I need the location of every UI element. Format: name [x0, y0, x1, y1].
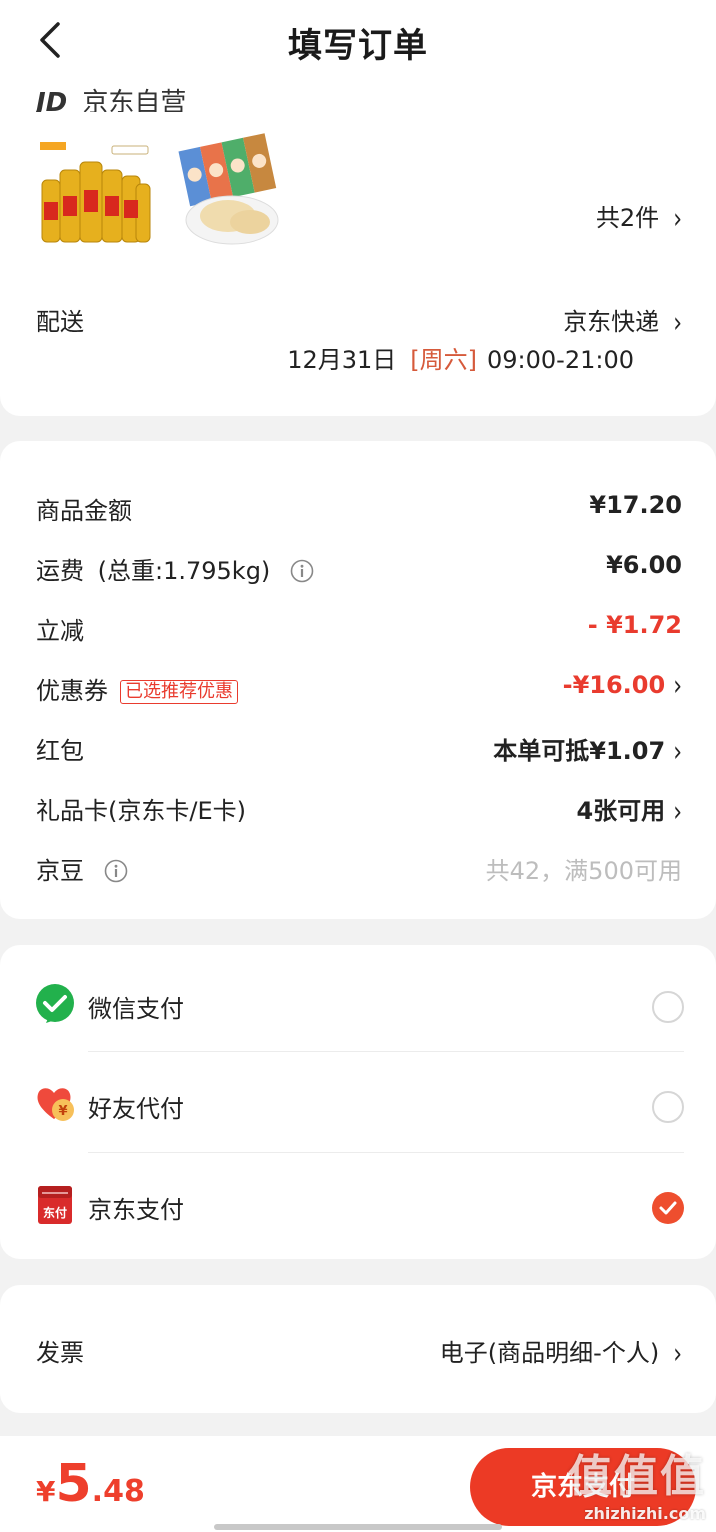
item-count-link[interactable]: 共2件 › — [595, 198, 682, 236]
wechat-pay-icon — [36, 984, 74, 1023]
jingdou-row: 京豆 共42，满500可用 — [36, 847, 682, 887]
delivery-method: 京东快递 — [563, 308, 660, 336]
red-packet-row[interactable]: 红包 本单可抵¥1.07 › — [36, 727, 682, 769]
shipping-weight: (总重:1.795kg) — [97, 557, 271, 585]
radio-button[interactable] — [652, 1091, 684, 1123]
checkmark-icon — [659, 1201, 677, 1215]
radio-button-checked[interactable] — [652, 1192, 684, 1224]
friend-pay-icon: ¥ — [37, 1088, 74, 1121]
coupon-tag: 已选推荐优惠 — [120, 680, 238, 704]
coupon-row[interactable]: 优惠券 已选推荐优惠 -¥16.00 › — [36, 667, 682, 707]
shipping-label: 运费 — [36, 557, 84, 585]
jd-pay-icon-text: 东付 — [43, 1205, 67, 1220]
chevron-right-icon: › — [673, 796, 682, 829]
red-packet-label: 红包 — [36, 737, 84, 765]
home-indicator — [214, 1524, 502, 1530]
delivery-time-range: 09:00-21:00 — [487, 346, 634, 374]
delivery-label: 配送 — [36, 308, 84, 336]
invoice-label: 发票 — [36, 1339, 84, 1367]
info-icon[interactable] — [104, 859, 128, 883]
chevron-right-icon: › — [673, 670, 682, 703]
total-decimal: .48 — [91, 1474, 145, 1509]
goods-amount-label: 商品金额 — [36, 497, 132, 525]
info-icon[interactable] — [290, 559, 314, 583]
jingdou-value: 共42，满500可用 — [485, 857, 682, 885]
delivery-method-selector[interactable]: 京东快递 › — [563, 302, 682, 340]
payment-option-label: 京东支付 — [88, 1196, 184, 1224]
instant-discount-value: - ¥1.72 — [587, 611, 682, 639]
shop-name: 京东自营 — [82, 88, 187, 112]
delivery-time[interactable]: 12月31日 [周六] 09:00-21:00 — [287, 340, 634, 375]
radio-button[interactable] — [652, 991, 684, 1023]
svg-text:¥: ¥ — [58, 1104, 67, 1119]
gift-card-row[interactable]: 礼品卡(京东卡/E卡) 4张可用 › — [36, 787, 682, 829]
total-amount: ¥5.48 — [36, 1454, 145, 1514]
instant-discount-row: 立减 - ¥1.72 — [36, 607, 682, 647]
pay-button[interactable]: 京东支付 — [470, 1448, 696, 1526]
payment-methods-card: 微信支付 ¥ 好友代付 东付 京东支付 — [0, 945, 716, 1259]
coupon-value: -¥16.00 — [562, 671, 666, 699]
payment-option-wechat[interactable]: 微信支付 — [34, 951, 684, 1051]
goods-amount-value: ¥17.20 — [589, 491, 682, 519]
currency-symbol: ¥ — [36, 1475, 56, 1508]
gift-card-value: 4张可用 — [576, 797, 666, 825]
order-items-card: JD 京东自营 共2件 › 配送 京东快递 › 12月31日 [周六] 09:0… — [0, 40, 716, 416]
total-integer: 5 — [55, 1454, 92, 1514]
chevron-right-icon: › — [673, 736, 682, 769]
invoice-card[interactable]: 发票 电子(商品明细-个人) › — [0, 1285, 716, 1413]
chevron-right-icon: › — [673, 1338, 682, 1371]
price-summary-card: 商品金额 ¥17.20 运费 (总重:1.795kg) ¥6.00 立减 - ¥… — [0, 441, 716, 919]
page-title: 填写订单 — [288, 26, 428, 66]
instant-discount-label: 立减 — [36, 617, 84, 645]
shipping-row: 运费 (总重:1.795kg) ¥6.00 — [36, 547, 682, 587]
shipping-value: ¥6.00 — [606, 551, 682, 579]
item-count-label: 共2件 — [595, 204, 660, 232]
delivery-weekday: [周六] — [410, 346, 477, 374]
chevron-right-icon: › — [673, 203, 682, 236]
coupon-label: 优惠券 — [36, 677, 108, 705]
red-packet-value: 本单可抵¥1.07 — [493, 737, 666, 765]
product-thumbnail-candy[interactable] — [176, 132, 294, 250]
delivery-date: 12月31日 — [287, 346, 397, 374]
payment-option-label: 好友代付 — [88, 1095, 184, 1123]
product-thumbnail-drinks[interactable] — [36, 132, 154, 250]
payment-option-friend[interactable]: ¥ 好友代付 — [34, 1051, 684, 1151]
invoice-value: 电子(商品明细-个人) — [439, 1339, 660, 1367]
jd-logo: JD — [36, 88, 68, 112]
jd-pay-icon: 东付 — [38, 1186, 72, 1224]
jingdou-label: 京豆 — [36, 857, 84, 885]
chevron-right-icon: › — [673, 307, 682, 340]
gift-card-label: 礼品卡(京东卡/E卡) — [36, 797, 246, 825]
checkout-bar: ¥5.48 京东支付 — [0, 1436, 716, 1532]
payment-option-jd[interactable]: 东付 京东支付 — [34, 1152, 684, 1252]
goods-amount-row: 商品金额 ¥17.20 — [36, 487, 682, 527]
header: 填写订单 — [0, 0, 716, 82]
shop-row: JD 京东自营 — [36, 82, 186, 112]
payment-option-label: 微信支付 — [88, 995, 184, 1023]
